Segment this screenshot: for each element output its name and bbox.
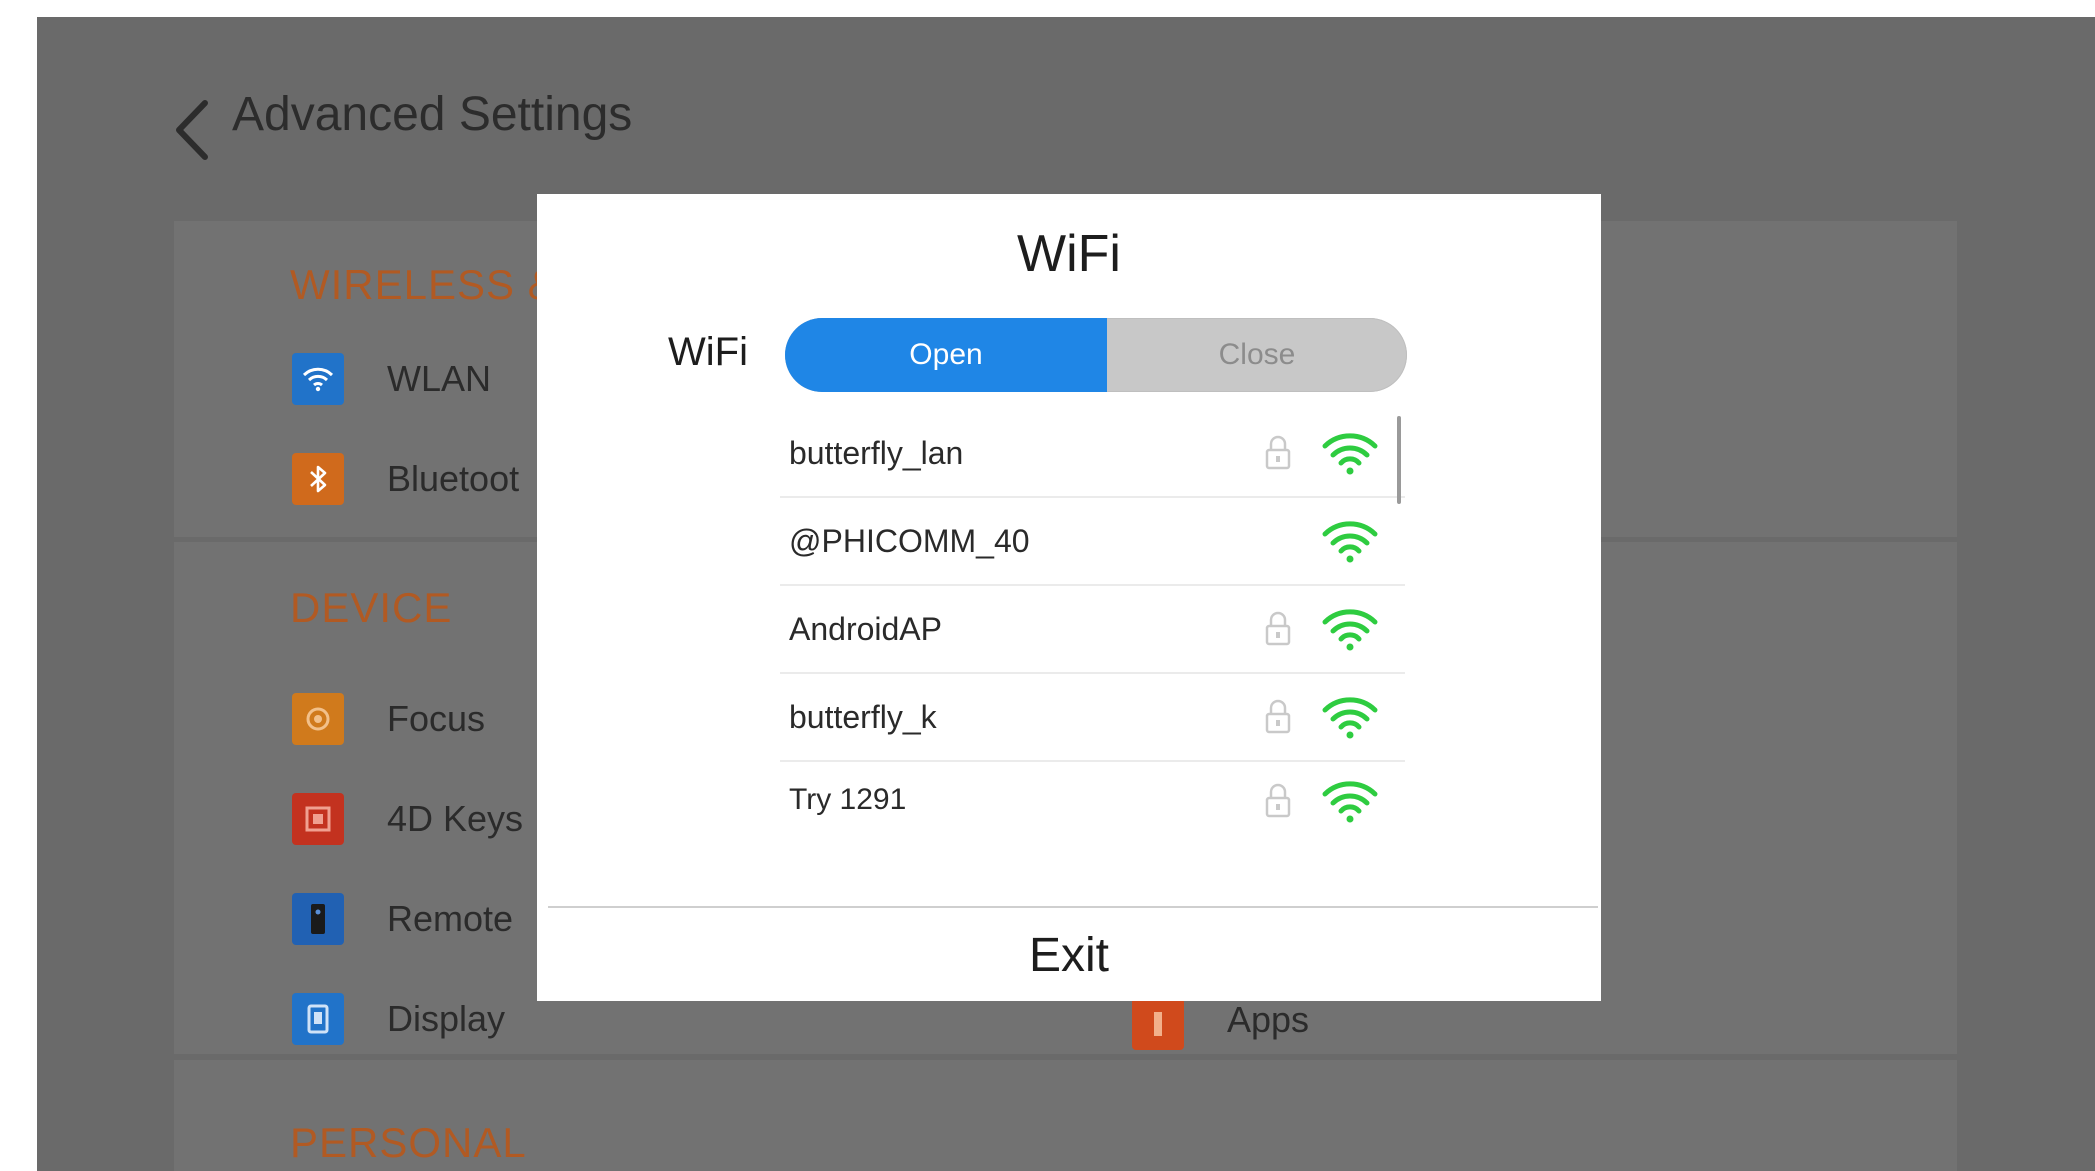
network-name: butterfly_lan <box>789 435 964 471</box>
toggle-close-option[interactable]: Close <box>1107 318 1407 392</box>
wifi-switch-label: WiFi <box>668 330 748 374</box>
network-list: butterfly_lan @PHICOMM_40 AndroidAP butt… <box>780 410 1410 840</box>
wifi-signal-icon <box>1322 609 1378 651</box>
network-name: AndroidAP <box>789 611 942 647</box>
lock-icon <box>1265 611 1291 646</box>
lock-icon <box>1265 699 1291 734</box>
network-row[interactable]: Try 1291 <box>780 762 1405 850</box>
lock-icon <box>1265 783 1291 818</box>
network-name: Try 1291 <box>789 783 907 816</box>
dialog-title: WiFi <box>1017 225 1121 283</box>
modal-backdrop: WiFi WiFi Open Close butterfly_lan @PHIC… <box>0 0 2095 1171</box>
network-name: @PHICOMM_40 <box>789 523 1030 559</box>
network-row[interactable]: butterfly_k <box>780 674 1405 762</box>
wifi-dialog: WiFi WiFi Open Close butterfly_lan @PHIC… <box>537 194 1601 1001</box>
network-name: butterfly_k <box>789 699 937 735</box>
dialog-divider <box>548 906 1598 908</box>
network-list-scrollbar[interactable] <box>1397 416 1401 504</box>
wifi-signal-icon <box>1322 521 1378 563</box>
lock-icon <box>1265 435 1291 470</box>
wifi-signal-icon <box>1322 697 1378 739</box>
network-row[interactable]: AndroidAP <box>780 586 1405 674</box>
toggle-open-option[interactable]: Open <box>785 318 1107 392</box>
network-row[interactable]: butterfly_lan <box>780 410 1405 498</box>
wifi-signal-icon <box>1322 433 1378 475</box>
wifi-toggle[interactable]: Open Close <box>785 318 1407 392</box>
exit-button[interactable]: Exit <box>537 910 1601 1001</box>
network-row[interactable]: @PHICOMM_40 <box>780 498 1405 586</box>
wifi-signal-icon <box>1322 781 1378 823</box>
